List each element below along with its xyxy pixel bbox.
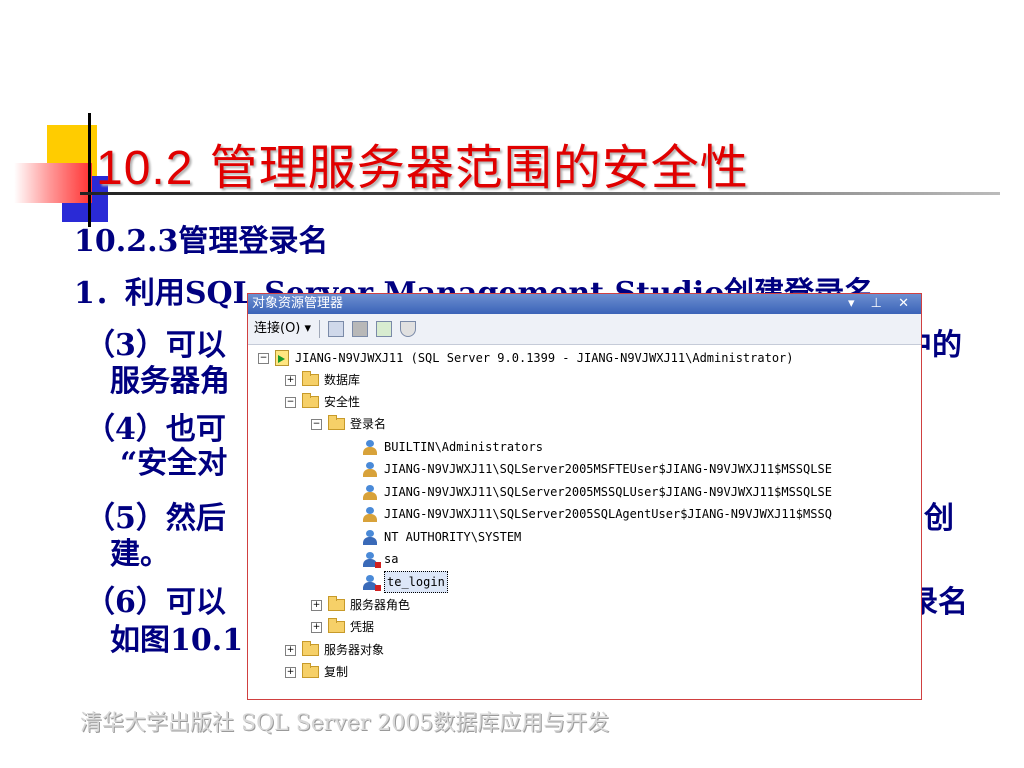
- tree-security-node[interactable]: − 安全性: [285, 392, 360, 412]
- tree-credentials-node[interactable]: + 凭据: [311, 617, 374, 637]
- slide-title: 10.2 管理服务器范围的安全性: [96, 128, 749, 198]
- folder-icon: [328, 596, 345, 611]
- tree-server-node[interactable]: − JIANG-N9VJWXJ11 (SQL Server 9.0.1399 -…: [258, 348, 794, 368]
- folder-icon: [302, 371, 319, 386]
- folder-icon: [328, 618, 345, 633]
- slide-footer: 清华大学出版社 SQL Server 2005数据库应用与开发: [80, 711, 610, 736]
- folder-icon: [302, 663, 319, 678]
- para-6-line2: 如图10.1: [110, 623, 244, 658]
- connect-button[interactable]: 连接(O) ▾: [254, 314, 311, 344]
- login-label: te_login: [384, 571, 448, 593]
- toolbar-separator: [319, 320, 321, 338]
- login-group-icon: [361, 461, 379, 477]
- login-label: NT AUTHORITY\SYSTEM: [384, 530, 522, 544]
- stop-icon[interactable]: [352, 321, 369, 337]
- object-explorer-window: 对象资源管理器 ▾ ⊥ ✕ 连接(O) ▾ − JIANG-N9VJWXJ11 …: [247, 293, 922, 700]
- login-item[interactable]: sa: [361, 549, 398, 569]
- folder-icon: [328, 415, 345, 430]
- login-user-error-icon: [361, 551, 381, 568]
- login-user-icon: [361, 529, 379, 545]
- credentials-label: 凭据: [350, 620, 375, 634]
- tree-databases-node[interactable]: + 数据库: [285, 370, 360, 390]
- tree-server-roles-node[interactable]: + 服务器角色: [311, 595, 410, 615]
- collapse-icon[interactable]: −: [285, 396, 296, 408]
- para-5-end: 创: [924, 501, 954, 536]
- para-5-line2: 建。: [110, 537, 170, 572]
- login-label: JIANG-N9VJWXJ11\SQLServer2005SQLAgentUse…: [384, 507, 832, 521]
- login-item-selected[interactable]: te_login: [361, 571, 448, 593]
- title-text: 管理服务器范围的安全性: [209, 140, 749, 196]
- login-item[interactable]: JIANG-N9VJWXJ11\SQLServer2005SQLAgentUse…: [361, 504, 832, 524]
- login-group-icon: [361, 439, 379, 455]
- collapse-icon[interactable]: −: [258, 352, 269, 364]
- deco-red-gradient: [14, 163, 92, 203]
- server-icon: [275, 350, 289, 366]
- login-item[interactable]: NT AUTHORITY\SYSTEM: [361, 527, 521, 547]
- login-user-error-icon: [361, 574, 381, 591]
- expand-icon[interactable]: +: [285, 374, 296, 386]
- disconnect-icon[interactable]: [328, 321, 345, 337]
- server-objects-label: 服务器对象: [324, 643, 385, 657]
- tree-logins-node[interactable]: − 登录名: [311, 414, 386, 434]
- object-explorer-toolbar: 连接(O) ▾: [248, 314, 921, 345]
- server-roles-label: 服务器角色: [350, 598, 411, 612]
- object-tree: − JIANG-N9VJWXJ11 (SQL Server 9.0.1399 -…: [248, 345, 921, 699]
- tree-server-objects-node[interactable]: + 服务器对象: [285, 640, 384, 660]
- login-label: BUILTIN\Administrators: [384, 440, 543, 454]
- folder-icon: [302, 641, 319, 656]
- expand-icon[interactable]: +: [285, 644, 296, 656]
- tree-replication-node[interactable]: + 复制: [285, 662, 348, 682]
- security-label: 安全性: [324, 395, 361, 409]
- para-4-line2: “安全对: [120, 446, 228, 481]
- databases-label: 数据库: [324, 373, 361, 387]
- logins-label: 登录名: [350, 417, 387, 431]
- title-number: 10.2: [96, 142, 194, 195]
- login-item[interactable]: JIANG-N9VJWXJ11\SQLServer2005MSSQLUser$J…: [361, 482, 832, 502]
- para-3-line2: 服务器角: [110, 364, 230, 399]
- login-group-icon: [361, 506, 379, 522]
- login-item[interactable]: JIANG-N9VJWXJ11\SQLServer2005MSFTEUser$J…: [361, 459, 832, 479]
- server-label: JIANG-N9VJWXJ11 (SQL Server 9.0.1399 - J…: [295, 351, 794, 365]
- expand-icon[interactable]: +: [311, 599, 322, 611]
- login-item[interactable]: BUILTIN\Administrators: [361, 437, 543, 457]
- window-buttons[interactable]: ▾ ⊥ ✕: [848, 294, 915, 314]
- expand-icon[interactable]: +: [285, 666, 296, 678]
- object-explorer-titlebar: 对象资源管理器 ▾ ⊥ ✕: [248, 294, 921, 314]
- filter-icon[interactable]: [400, 321, 417, 337]
- deco-vertical-line: [88, 113, 91, 227]
- folder-icon: [302, 393, 319, 408]
- object-explorer-title: 对象资源管理器: [252, 296, 344, 311]
- login-label: sa: [384, 552, 399, 566]
- login-label: JIANG-N9VJWXJ11\SQLServer2005MSFTEUser$J…: [384, 462, 832, 476]
- login-label: JIANG-N9VJWXJ11\SQLServer2005MSSQLUser$J…: [384, 485, 832, 499]
- replication-label: 复制: [324, 665, 349, 679]
- section-heading: 10.2.3管理登录名: [74, 224, 329, 259]
- refresh-icon[interactable]: [376, 321, 393, 337]
- collapse-icon[interactable]: −: [311, 418, 322, 430]
- login-group-icon: [361, 484, 379, 500]
- expand-icon[interactable]: +: [311, 621, 322, 633]
